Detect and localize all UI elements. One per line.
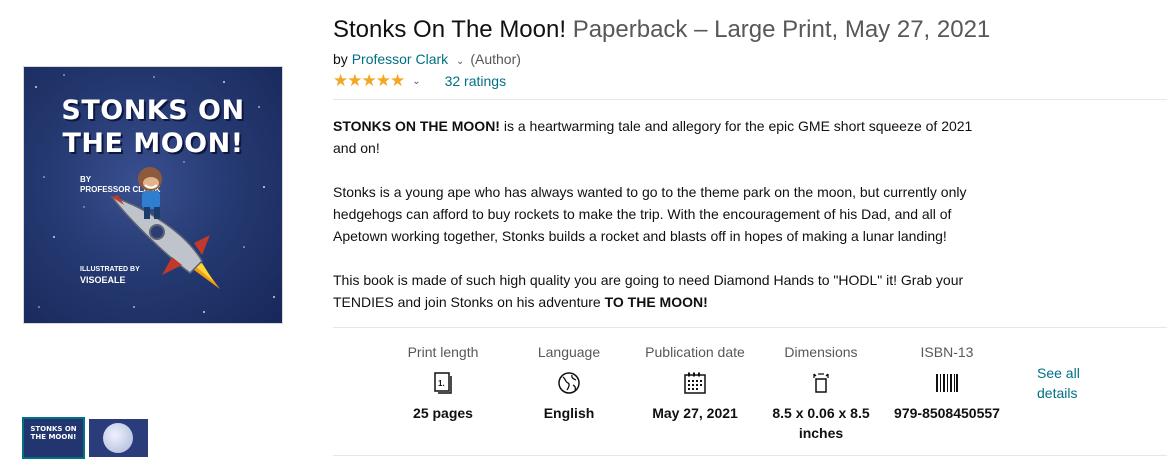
divider-top — [333, 99, 1167, 100]
book-description: STONKS ON THE MOON! is a heartwarming ta… — [333, 115, 983, 335]
cover-illustrator: ILLUSTRATED BY VISOEALE — [80, 266, 140, 285]
rating-chevron-down-icon[interactable]: ⌄ — [412, 76, 420, 87]
author-chevron-down-icon[interactable]: ⌄ — [456, 56, 464, 67]
thumbnail-cover-moon[interactable] — [89, 419, 148, 457]
detail-print-length: Print length 1. 25 pages — [388, 342, 498, 423]
star-rating-icon[interactable]: ★★★★★ — [333, 71, 405, 91]
svg-text:1.: 1. — [438, 379, 445, 388]
detail-dimensions: Dimensions 8.5 x 0.06 x 8.5 inches — [766, 342, 876, 443]
moon-illustration — [103, 423, 133, 453]
globe-icon — [514, 371, 624, 395]
ratings-count-link[interactable]: 32 ratings — [445, 73, 506, 89]
detail-isbn-13: ISBN-13 979-8508450557 — [892, 342, 1002, 423]
byline: by Professor Clark ⌄ (Author) — [333, 51, 521, 67]
book-title: Stonks On The Moon! — [333, 16, 567, 43]
book-pages-icon: 1. — [388, 371, 498, 395]
rating-row: ★★★★★ ⌄ 32 ratings — [333, 71, 506, 91]
book-format: Paperback – Large Print, May 27, 2021 — [572, 16, 991, 43]
thumbnail-cover-front[interactable]: STONKS ON THE MOON! — [24, 419, 83, 457]
description-paragraph-2: Stonks is a young ape who has always wan… — [333, 184, 967, 244]
author-role: (Author) — [470, 51, 521, 67]
detail-publication-date: Publication date May 27, 2021 — [640, 342, 750, 423]
see-all-details-link[interactable]: See all details — [1037, 363, 1097, 403]
calendar-icon — [640, 371, 750, 395]
divider-middle — [333, 327, 1167, 328]
cover-title: STONKS ON THE MOON! — [61, 95, 245, 159]
detail-language: Language English — [514, 342, 624, 423]
book-cover-image[interactable]: STONKS ON THE MOON! BY PROFESSOR CLARK I… — [24, 67, 282, 323]
divider-bottom — [333, 455, 1167, 456]
barcode-icon — [892, 371, 1002, 395]
dimensions-icon — [766, 371, 876, 395]
description-paragraph-3: This book is made of such high quality y… — [333, 272, 964, 310]
description-paragraph-1: STONKS ON THE MOON! is a heartwarming ta… — [333, 118, 973, 156]
author-link[interactable]: Professor Clark — [352, 51, 448, 67]
product-title: Stonks On The Moon! Paperback – Large Pr… — [333, 14, 990, 46]
